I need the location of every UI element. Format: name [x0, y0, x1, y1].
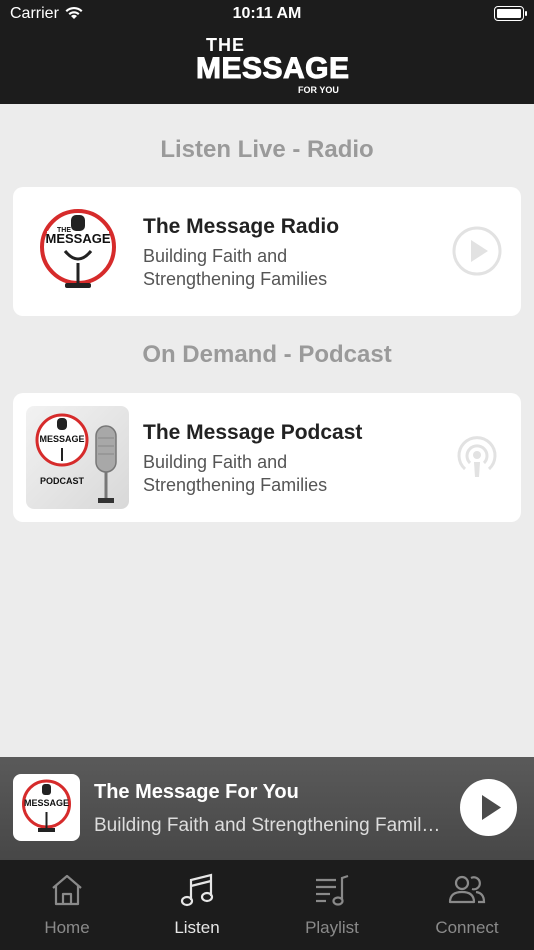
podcast-subtitle-line-2: Strengthening Families — [143, 475, 328, 495]
logo-line-3: FOR YOU — [298, 85, 339, 95]
tab-home-label: Home — [44, 918, 90, 937]
podcast-cover-thumb: MESSAGE PODCAST — [26, 406, 129, 509]
mini-player-subtitle: Building Faith and Strengthening Familie… — [94, 815, 444, 836]
app-logo: THE MESSAGE FOR YOU — [0, 34, 534, 96]
status-bar: Carrier 10:11 AM — [0, 0, 534, 28]
radio-subtitle: Building Faith and Strengthening Familie… — [143, 245, 423, 291]
radio-subtitle-line-2: Strengthening Families — [143, 269, 328, 289]
tab-playlist[interactable]: Playlist — [265, 860, 399, 950]
podcast-thumb-label: PODCAST — [40, 476, 85, 486]
mini-player-artwork: MESSAGE — [13, 774, 80, 841]
music-note-icon — [177, 872, 217, 908]
svg-text:MESSAGE: MESSAGE — [39, 434, 84, 444]
play-circle-icon[interactable] — [451, 225, 503, 277]
svg-text:THE: THE — [57, 227, 71, 234]
radio-card[interactable]: MESSAGE THE The Message Radio Building F… — [13, 187, 521, 316]
mini-player-play-button[interactable] — [460, 779, 517, 836]
podcast-title: The Message Podcast — [143, 421, 363, 444]
mini-player[interactable]: MESSAGE The Message For You Building Fai… — [0, 757, 534, 860]
podcast-icon[interactable] — [451, 431, 503, 483]
tab-connect[interactable]: Connect — [400, 860, 534, 950]
podcast-subtitle-line-1: Building Faith and — [143, 452, 288, 472]
app-header: Carrier 10:11 AM THE MESSAGE FOR YOU — [0, 0, 534, 104]
tab-connect-label: Connect — [435, 918, 499, 937]
tab-home[interactable]: Home — [0, 860, 134, 950]
play-icon — [482, 795, 501, 820]
radio-logo-thumb: MESSAGE THE — [27, 201, 129, 303]
section-title-live: Listen Live - Radio — [160, 136, 374, 163]
mini-player-title: The Message For You — [94, 781, 299, 803]
battery-icon — [494, 6, 527, 21]
tab-playlist-label: Playlist — [305, 918, 359, 937]
tab-listen[interactable]: Listen — [130, 860, 264, 950]
home-icon — [47, 872, 87, 908]
radio-subtitle-line-1: Building Faith and — [143, 246, 288, 266]
playlist-icon — [312, 872, 352, 908]
podcast-subtitle: Building Faith and Strengthening Familie… — [143, 451, 423, 497]
clock: 10:11 AM — [232, 5, 302, 22]
tab-bar: Home Listen Playlist Connect — [0, 860, 534, 950]
tab-listen-label: Listen — [174, 918, 220, 937]
svg-text:MESSAGE: MESSAGE — [24, 798, 69, 808]
svg-text:MESSAGE: MESSAGE — [45, 231, 110, 246]
section-title-podcast: On Demand - Podcast — [142, 341, 392, 368]
podcast-card[interactable]: MESSAGE PODCAST The Message Podcast Buil… — [13, 393, 521, 522]
logo-line-2: MESSAGE — [196, 52, 350, 86]
people-icon — [447, 872, 487, 908]
radio-title: The Message Radio — [143, 215, 340, 238]
